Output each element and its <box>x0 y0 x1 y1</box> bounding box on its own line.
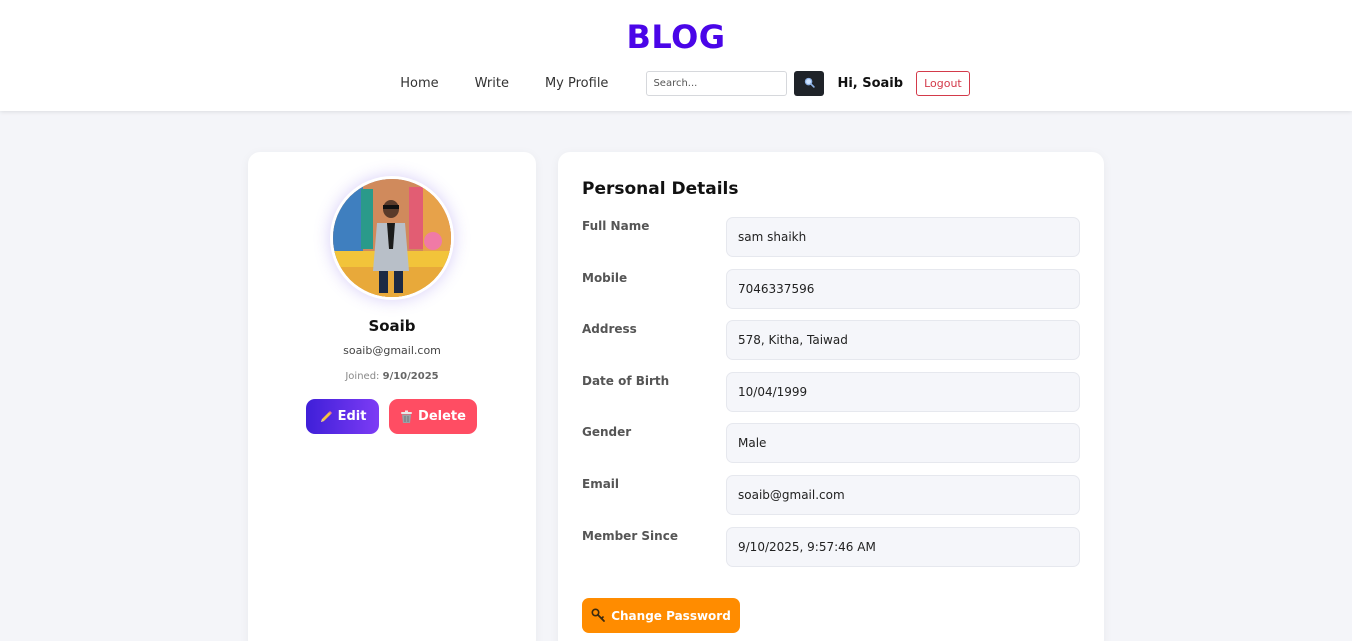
top-navbar: BLOG Home Write My Profile Hi, Soaib Log… <box>0 0 1352 111</box>
detail-label: Full Name <box>582 219 650 233</box>
mobile-field: 7046337596 <box>726 269 1080 309</box>
detail-row-gender: Gender Male <box>582 423 1080 463</box>
trash-icon <box>400 410 413 424</box>
date-of-birth-field: 10/04/1999 <box>726 372 1080 412</box>
detail-label: Gender <box>582 425 632 439</box>
profile-joined: Joined: 9/10/2025 <box>248 371 536 382</box>
detail-row-date-of-birth: Date of Birth 10/04/1999 <box>582 372 1080 412</box>
full-name-field: sam shaikh <box>726 217 1080 257</box>
nav-home-link[interactable]: Home <box>400 76 438 91</box>
detail-row-address: Address 578, Kitha, Taiwad <box>582 320 1080 360</box>
profile-actions: Edit Delete <box>306 399 477 434</box>
key-icon <box>591 608 606 623</box>
detail-label: Address <box>582 322 637 336</box>
detail-row-email: Email soaib@gmail.com <box>582 475 1080 515</box>
detail-label: Date of Birth <box>582 374 670 388</box>
address-field: 578, Kitha, Taiwad <box>726 320 1080 360</box>
profile-name: Soaib <box>368 317 416 335</box>
personal-details-card: Personal Details Full Name sam shaikh Mo… <box>558 152 1104 641</box>
email-field: soaib@gmail.com <box>726 475 1080 515</box>
delete-button-label: Delete <box>418 409 466 424</box>
edit-button[interactable]: Edit <box>306 399 379 434</box>
member-since-field: 9/10/2025, 9:57:46 AM <box>726 527 1080 567</box>
joined-label: Joined: <box>345 371 380 382</box>
profile-email: soaib@gmail.com <box>343 344 441 357</box>
delete-button[interactable]: Delete <box>389 399 477 434</box>
detail-label: Member Since <box>582 529 678 543</box>
search-icon <box>804 76 815 91</box>
nav-my-profile-link[interactable]: My Profile <box>545 76 608 91</box>
user-greeting: Hi, Soaib <box>837 75 904 91</box>
nav-write-link[interactable]: Write <box>475 76 509 91</box>
detail-label: Mobile <box>582 271 628 285</box>
change-password-button[interactable]: Change Password <box>582 598 740 633</box>
pencil-icon <box>319 410 333 424</box>
detail-row-full-name: Full Name sam shaikh <box>582 217 1080 257</box>
detail-row-mobile: Mobile 7046337596 <box>582 269 1080 309</box>
personal-details-title: Personal Details <box>582 179 739 199</box>
logout-button[interactable]: Logout <box>916 70 970 96</box>
avatar <box>333 179 451 297</box>
gender-field: Male <box>726 423 1080 463</box>
main-nav: Home Write My Profile Hi, Soaib Logout <box>0 70 1352 96</box>
search-button[interactable] <box>794 70 825 96</box>
joined-date: 9/10/2025 <box>382 371 439 382</box>
search-input[interactable] <box>646 70 788 96</box>
edit-button-label: Edit <box>337 409 367 424</box>
profile-card: Soaib soaib@gmail.com Joined: 9/10/2025 … <box>248 152 536 641</box>
brand-logo[interactable]: BLOG <box>0 18 1352 56</box>
avatar-frame <box>330 176 454 300</box>
detail-label: Email <box>582 477 620 491</box>
detail-row-member-since: Member Since 9/10/2025, 9:57:46 AM <box>582 527 1080 567</box>
change-password-label: Change Password <box>611 608 731 623</box>
